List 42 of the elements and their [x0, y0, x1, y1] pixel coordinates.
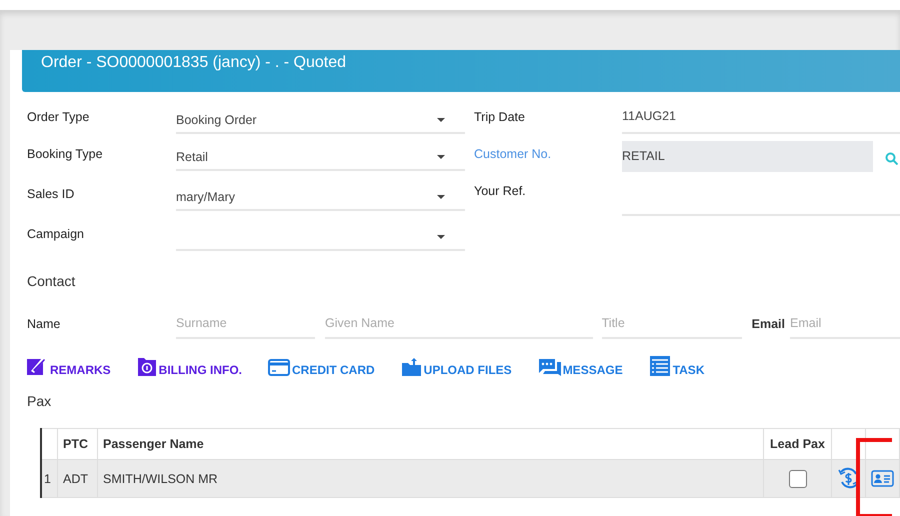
field-label: Campaign [26, 226, 85, 241]
action-link[interactable]: BILLING INFO. [136, 357, 242, 377]
input-field[interactable]: Email [790, 309, 900, 339]
action-link[interactable]: MESSAGE [538, 358, 623, 377]
field-label: Order Type [26, 109, 90, 124]
field-label: Email [752, 317, 785, 333]
field-label: Trip Date [473, 109, 526, 124]
field-label: Your Ref. [473, 183, 527, 198]
credit-card-icon [268, 358, 290, 377]
list-icon [648, 355, 671, 377]
input-field[interactable]: RETAIL [622, 141, 873, 172]
id-card-icon[interactable] [871, 470, 894, 487]
caret-icon [437, 235, 445, 239]
action-link[interactable]: CREDIT CARD [268, 358, 375, 377]
input-field[interactable]: 11AUG21 [622, 104, 900, 134]
input-field[interactable]: Given Name [325, 309, 593, 339]
caret-icon [437, 195, 445, 199]
table-cell: SMITH/WILSON MR [98, 460, 764, 497]
folder-upload-icon [400, 357, 422, 377]
input-field[interactable]: Surname [176, 309, 315, 339]
dropdown[interactable]: Retail [176, 141, 465, 171]
caret-icon [437, 118, 445, 122]
dropdown[interactable]: mary/Mary [176, 181, 465, 211]
dropdown[interactable]: Booking Order [176, 104, 465, 134]
folder-icon [136, 357, 157, 377]
search-icon[interactable] [885, 152, 898, 165]
input-field[interactable]: Title [602, 309, 742, 339]
order-title: Order - SO0000001835 (jancy) - . - Quoted [41, 54, 346, 72]
caret-icon [437, 155, 445, 159]
action-link[interactable]: REMARKS [26, 357, 111, 377]
table-cell: ADT [58, 460, 98, 497]
field-label: Sales ID [26, 186, 76, 201]
action-link[interactable]: UPLOAD FILES [400, 357, 512, 377]
action-link[interactable]: TASK [648, 355, 704, 377]
edit-icon [26, 357, 48, 377]
section-heading: Contact [26, 273, 76, 289]
field-label: Booking Type [26, 146, 104, 161]
section-heading: Pax [26, 393, 52, 409]
chat-icon [538, 358, 561, 377]
row-number: 1 [42, 460, 58, 497]
field-label: Name [26, 316, 62, 333]
checkbox[interactable] [788, 470, 806, 488]
